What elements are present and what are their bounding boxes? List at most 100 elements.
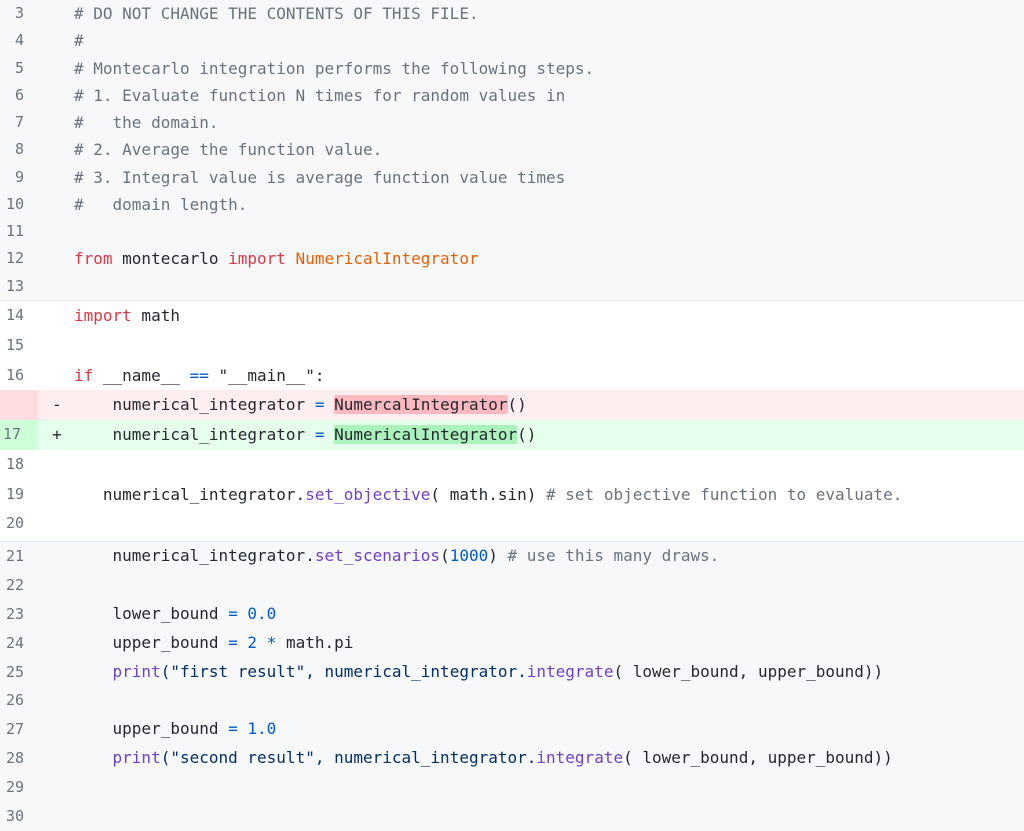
code-token: set_scenarios (314, 546, 441, 565)
code-line: 16 if __name__ == "__main__": (0, 361, 1024, 391)
diff-section: 3 # DO NOT CHANGE THE CONTENTS OF THIS FI… (0, 0, 1024, 300)
code-token: import (74, 306, 132, 325)
code-text: numerical_integrator = NumericalIntegrat… (74, 420, 536, 450)
code-line: 19 numerical_integrator.set_objective( m… (0, 480, 1024, 510)
diff-section: 21 numerical_integrator.set_scenarios(10… (0, 542, 1024, 831)
code-token: upper_bound (74, 632, 229, 652)
line-number[interactable]: 30 (0, 802, 24, 831)
code-token: ( lower_bound, upper_bound)) (613, 661, 884, 681)
code-text: # domain length. (74, 191, 247, 218)
code-token: # (74, 31, 84, 51)
code-token: numerical_integrator. (74, 484, 306, 504)
code-text: lower_bound = 0.0 (74, 600, 277, 629)
code-text: # (74, 27, 84, 54)
code-token: NumercalIntegrator (334, 395, 508, 415)
line-number[interactable]: 17 (0, 420, 38, 450)
line-number[interactable]: 19 (0, 480, 24, 510)
code-line: 28 print("second result", numerical_inte… (0, 744, 1024, 773)
code-line: 10 # domain length. (0, 191, 1024, 218)
line-number[interactable]: 25 (0, 658, 24, 687)
code-token: __name__ (93, 365, 190, 385)
line-number[interactable]: 6 (0, 82, 24, 109)
line-number[interactable]: 21 (0, 542, 24, 571)
code-token: import (228, 249, 286, 269)
line-number[interactable]: 14 (0, 301, 24, 331)
code-token: ( math.sin) (430, 484, 547, 504)
line-number[interactable]: 9 (0, 164, 24, 191)
line-number[interactable]: 8 (0, 136, 24, 163)
line-number[interactable]: 15 (0, 331, 24, 361)
diff-section: 14 import math 15 16 if __name__ == "__main_… (0, 300, 1024, 542)
code-text: if __name__ == "__main__": (74, 361, 324, 391)
code-line: 27 upper_bound = 1.0 (0, 715, 1024, 744)
line-number[interactable]: 4 (0, 27, 24, 54)
code-token: print (112, 661, 161, 681)
code-token: integrate (536, 748, 624, 768)
code-text: print("second result", numerical_integra… (74, 744, 893, 773)
line-number[interactable]: 10 (0, 191, 24, 218)
code-line: 8 # 2. Average the function value. (0, 136, 1024, 163)
code-token: ( lower_bound, upper_bound)) (623, 748, 893, 768)
deletion-marker: - (52, 395, 62, 415)
code-line: 9 # 3. Integral value is average function… (0, 164, 1024, 191)
line-number[interactable]: 16 (0, 361, 24, 391)
line-number[interactable]: 28 (0, 744, 24, 773)
line-number[interactable]: 27 (0, 715, 24, 744)
code-text: from montecarlo import NumericalIntegrat… (74, 245, 479, 272)
code-token: numerical_integrator (74, 395, 315, 415)
code-token: NumericalIntegrator (334, 425, 518, 444)
code-token: ) (488, 546, 508, 565)
diff-view: 3 # DO NOT CHANGE THE CONTENTS OF THIS FI… (0, 0, 1024, 831)
code-line: 18 (0, 450, 1024, 480)
line-number[interactable]: 29 (0, 773, 24, 802)
code-token: 0.0 (247, 603, 277, 623)
line-number[interactable]: 26 (0, 686, 24, 715)
code-token: # the domain. (74, 113, 219, 133)
code-token: lower_bound (74, 603, 229, 623)
code-token: # 3. Integral value is average function … (74, 167, 566, 187)
line-number[interactable]: 11 (0, 218, 24, 245)
line-number[interactable]: 23 (0, 600, 24, 629)
code-token: ("second result", numerical_integrator. (160, 748, 537, 768)
line-number[interactable] (0, 390, 38, 420)
code-token: # DO NOT CHANGE THE CONTENTS OF THIS FIL… (74, 4, 479, 23)
code-line: 22 (0, 571, 1024, 600)
code-token: = (228, 603, 238, 623)
code-token: # use this many draws. (507, 546, 720, 565)
code-token: = (228, 719, 238, 739)
line-number[interactable]: 13 (0, 273, 24, 300)
line-number[interactable]: 20 (0, 509, 24, 539)
code-token: () (517, 425, 537, 444)
code-token: math (131, 306, 180, 325)
code-text: upper_bound = 1.0 (74, 715, 277, 744)
code-token: 2 (247, 632, 258, 652)
code-line: 20 (0, 509, 1024, 539)
code-token: # 1. Evaluate function N times for rando… (74, 85, 566, 105)
code-token: * (266, 632, 277, 652)
code-line: 29 (0, 773, 1024, 802)
code-line: 24 upper_bound = 2 * math.pi (0, 629, 1024, 658)
line-number[interactable]: 12 (0, 245, 24, 272)
line-number[interactable]: 7 (0, 109, 24, 136)
line-number[interactable]: 24 (0, 629, 24, 658)
code-token: = (228, 632, 238, 652)
added-line: 17 + numerical_integrator = NumericalInte… (0, 420, 1024, 450)
code-token: numerical_integrator. (74, 546, 315, 565)
line-number[interactable]: 22 (0, 571, 24, 600)
code-text: print("first result", numerical_integrat… (74, 658, 884, 687)
addition-marker: + (52, 425, 62, 444)
code-line: 3 # DO NOT CHANGE THE CONTENTS OF THIS FI… (0, 0, 1024, 27)
line-number[interactable]: 5 (0, 55, 24, 82)
line-number[interactable]: 18 (0, 450, 24, 480)
code-line: 6 # 1. Evaluate function N times for rand… (0, 82, 1024, 109)
code-text: # 1. Evaluate function N times for rando… (74, 82, 565, 109)
code-line: 21 numerical_integrator.set_scenarios(10… (0, 542, 1024, 571)
line-number[interactable]: 3 (0, 0, 24, 27)
code-token: "__main__": (208, 365, 325, 385)
